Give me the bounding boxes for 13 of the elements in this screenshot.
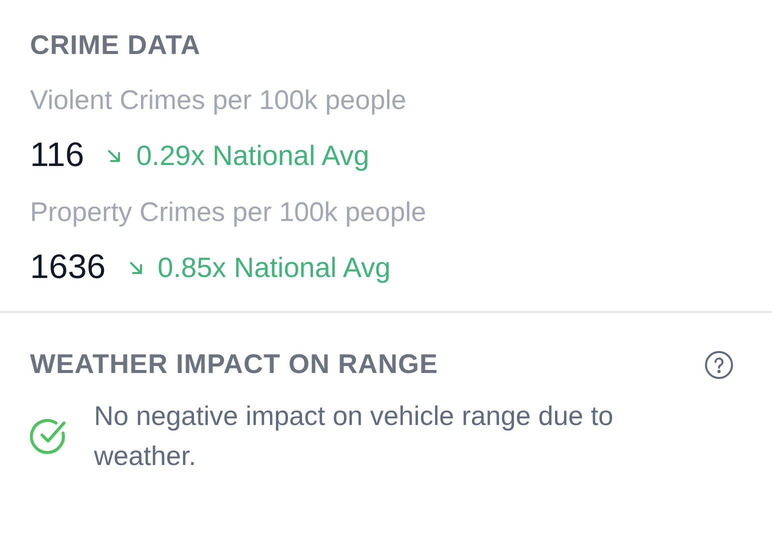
section-title: WEATHER IMPACT ON RANGE: [30, 349, 438, 380]
comparison-text: 0.29x National Avg: [136, 140, 370, 172]
arrow-down-right-icon: [128, 260, 144, 276]
comparison-text: 0.85x National Avg: [158, 252, 391, 284]
metric-label: Property Crimes per 100k people: [30, 197, 428, 228]
metric-value: 116: [30, 136, 84, 175]
section-title: CRIME DATA: [30, 30, 202, 61]
check-circle-icon: [30, 417, 68, 455]
metric-label: Violent Crimes per 100k people: [30, 85, 408, 116]
metric-value: 1636: [30, 248, 106, 287]
arrow-down-right-icon: [106, 148, 122, 164]
weather-message: No negative impact on vehicle range due to weather.: [94, 400, 614, 473]
help-icon[interactable]: [704, 350, 734, 380]
